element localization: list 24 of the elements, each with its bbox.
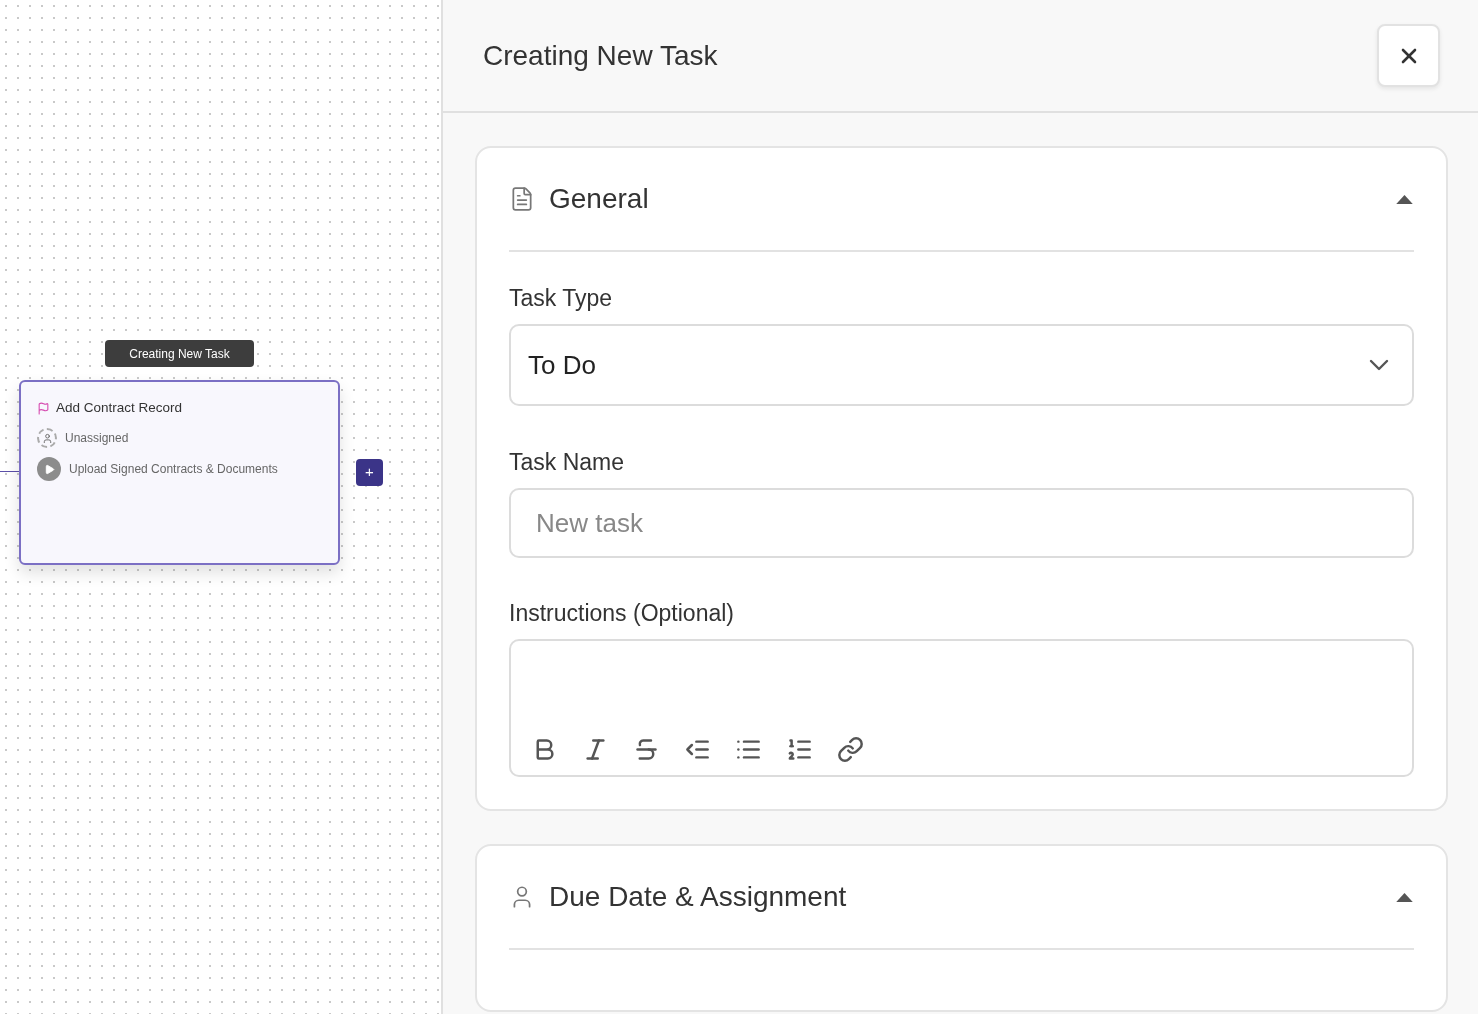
action-text: Upload Signed Contracts & Documents (69, 461, 278, 479)
caret-icon[interactable] (1395, 193, 1414, 205)
connector-line (0, 471, 19, 472)
field-label: Instructions (Optional) (509, 602, 734, 625)
document-icon (509, 184, 535, 214)
flag-icon (37, 401, 50, 415)
link-icon[interactable] (837, 736, 864, 763)
task-name-field[interactable]: New task (509, 488, 1414, 558)
strikethrough-icon[interactable] (633, 736, 660, 763)
task-node[interactable]: Add Contract Record Unassigned Upload Signed Contracts & Documents (19, 380, 340, 565)
numbered-list-icon[interactable] (786, 736, 813, 763)
assignee-text: Unassigned (65, 430, 129, 448)
field-label: Task Type (509, 287, 613, 310)
section-title: Due Date & Assignment (549, 880, 847, 914)
caret-icon[interactable] (1395, 891, 1414, 903)
node-tooltip: Creating New Task (105, 340, 254, 367)
node-title: Add Contract Record (56, 399, 183, 417)
play-icon (37, 457, 61, 482)
unassigned-avatar-icon (37, 428, 57, 449)
section-title: General (549, 182, 649, 216)
panel-title: Creating New Task (483, 38, 718, 73)
task-type-select[interactable]: To Do (509, 324, 1414, 406)
add-node-button[interactable]: + (356, 459, 383, 486)
field-label: Task Name (509, 451, 625, 474)
